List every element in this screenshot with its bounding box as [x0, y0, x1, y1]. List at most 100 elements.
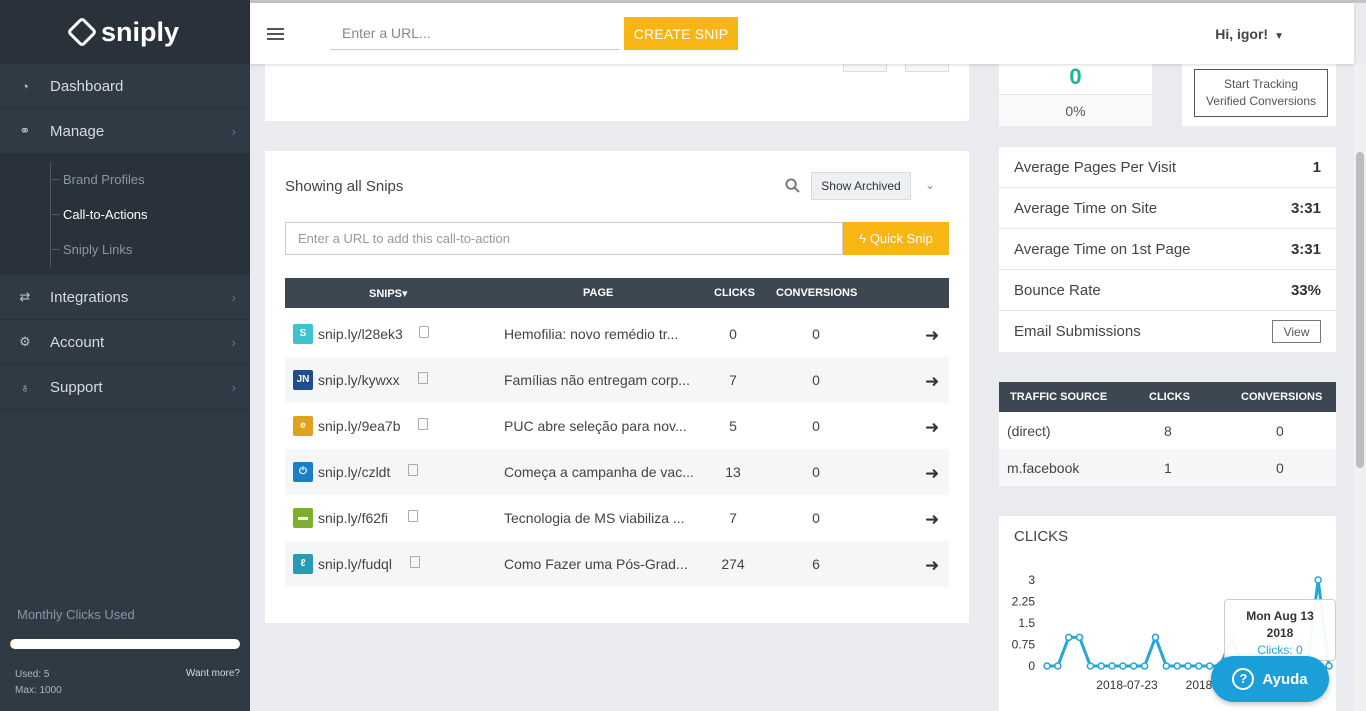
- arrow-right-icon[interactable]: ➜: [925, 464, 939, 484]
- table-row[interactable]: ℓ snip.ly/fudql Como Fazer uma Pós-Grad...…: [285, 541, 949, 587]
- snip-page: Começa a campanha de vac...: [504, 464, 694, 480]
- create-snip-button[interactable]: CREATE SNIP: [624, 17, 738, 50]
- traffic-clicks: 1: [1164, 460, 1172, 476]
- arrow-right-icon[interactable]: ➜: [925, 326, 939, 346]
- copy-icon[interactable]: [410, 556, 420, 568]
- site-favicon-icon: S: [293, 324, 313, 344]
- quick-snip-button[interactable]: ϟ Quick Snip: [843, 222, 949, 255]
- snip-page: PUC abre seleção para nov...: [504, 418, 687, 434]
- chart-data-point[interactable]: [1151, 633, 1160, 642]
- site-favicon-icon: e: [293, 416, 313, 436]
- snip-clicks: 5: [729, 418, 737, 434]
- user-menu[interactable]: Hi, igor! ▼: [1215, 26, 1284, 42]
- chart-data-point[interactable]: [1314, 576, 1322, 584]
- arrow-right-icon[interactable]: ➜: [925, 556, 939, 576]
- snip-page: Tecnologia de MS viabiliza ...: [504, 510, 685, 526]
- help-button[interactable]: ? Ayuda: [1211, 656, 1329, 702]
- hamburger-menu-icon[interactable]: [267, 25, 284, 43]
- chart-data-point[interactable]: [1130, 662, 1138, 670]
- cta-url-input[interactable]: [285, 222, 843, 255]
- chart-data-point[interactable]: [1205, 662, 1214, 670]
- chevron-down-icon[interactable]: ⌄: [925, 178, 935, 192]
- traffic-source: (direct): [1007, 423, 1051, 439]
- sidebar-subitem-sniply-links[interactable]: Sniply Links: [0, 232, 250, 267]
- sidebar-item-account[interactable]: ⚙ Account ›: [0, 320, 250, 365]
- metric-value: 33%: [1290, 282, 1321, 299]
- sidebar-subitem-brand-profiles[interactable]: Brand Profiles: [0, 162, 250, 197]
- copy-icon[interactable]: [408, 464, 418, 476]
- chart-data-point[interactable]: [1184, 662, 1192, 670]
- top-card: [265, 64, 969, 121]
- snip-link[interactable]: snip.ly/9ea7b: [318, 418, 401, 434]
- table-row[interactable]: ▬ snip.ly/f62fi Tecnologia de MS viabiliza…: [285, 495, 949, 541]
- chart-data-point[interactable]: [1195, 662, 1203, 670]
- column-header-clicks: CLICKS: [714, 287, 755, 299]
- snips-title: Showing all Snips: [285, 178, 404, 195]
- monthly-clicks-progress-fill: [10, 639, 12, 649]
- site-favicon-icon: JN: [293, 370, 313, 390]
- scrollbar-thumb[interactable]: [1356, 152, 1364, 468]
- table-row[interactable]: e snip.ly/9ea7b PUC abre seleção para nov.…: [285, 403, 949, 449]
- show-archived-button[interactable]: Show Archived: [811, 172, 911, 200]
- metric-row: Email Submissions View: [999, 311, 1336, 352]
- metric-label: Average Time on Site: [1014, 200, 1158, 217]
- metric-row: Average Time on Site 3:31: [999, 188, 1336, 229]
- sniply-logo[interactable]: sniply: [0, 0, 250, 64]
- search-icon[interactable]: [785, 178, 800, 193]
- top-card-button-1[interactable]: [843, 64, 887, 72]
- chart-tooltip: Mon Aug 13 2018 Clicks: 0: [1224, 599, 1336, 661]
- table-row: m.facebook 1 0: [999, 449, 1336, 486]
- chart-data-point[interactable]: [1162, 662, 1171, 670]
- sidebar-item-manage[interactable]: ⚭ Manage ›: [0, 109, 250, 154]
- sidebar-item-dashboard[interactable]: ◔ Dashboard: [0, 64, 250, 109]
- snip-link[interactable]: snip.ly/czldt: [318, 464, 390, 480]
- table-row[interactable]: JN snip.ly/kywxx Famílias não entregam cor…: [285, 357, 949, 403]
- snip-link[interactable]: snip.ly/fudql: [318, 556, 392, 572]
- chart-data-point[interactable]: [1140, 662, 1149, 670]
- chevron-right-icon: ›: [231, 379, 236, 395]
- table-row[interactable]: Ssnip.ly/l28ek3 Hemofilia: novo remédio t…: [285, 311, 949, 357]
- chart-data-point[interactable]: [1064, 633, 1073, 642]
- conversions-stat: 0 0%: [999, 64, 1152, 126]
- view-email-submissions-button[interactable]: View: [1272, 320, 1321, 343]
- x-tick-label: 2018: [1186, 678, 1213, 692]
- arrow-right-icon[interactable]: ➜: [925, 418, 939, 438]
- chart-data-point[interactable]: [1325, 662, 1333, 670]
- chart-data-point[interactable]: [1043, 662, 1051, 670]
- copy-icon[interactable]: [408, 510, 418, 522]
- column-header-snips[interactable]: SNIPS▾: [369, 287, 408, 300]
- arrow-right-icon[interactable]: ➜: [925, 510, 939, 530]
- chart-data-point[interactable]: [1108, 662, 1116, 670]
- copy-icon[interactable]: [419, 326, 429, 338]
- table-row[interactable]: ⏻ snip.ly/czldt Começa a campanha de vac..…: [285, 449, 949, 495]
- top-card-button-2[interactable]: [905, 64, 949, 72]
- snip-link[interactable]: snip.ly/f62fi: [318, 510, 388, 526]
- copy-icon[interactable]: [418, 372, 428, 384]
- copy-icon[interactable]: [418, 418, 428, 430]
- chart-data-point[interactable]: [1054, 662, 1062, 670]
- chart-data-point[interactable]: [1075, 633, 1084, 642]
- track-label-2: Verified Conversions: [1205, 94, 1317, 108]
- chart-data-point[interactable]: [1097, 662, 1105, 670]
- chart-data-point[interactable]: [1173, 662, 1181, 670]
- sidebar-item-label: Support: [50, 378, 103, 396]
- url-input[interactable]: [330, 17, 620, 50]
- sidebar-subitem-call-to-actions[interactable]: Call-to-Actions: [0, 197, 250, 232]
- snips-card: Showing all Snips Show Archived ⌄ ϟ Quic…: [265, 151, 969, 623]
- snip-link[interactable]: snip.ly/l28ek3: [318, 326, 403, 342]
- scrollbar[interactable]: [1354, 64, 1366, 711]
- sidebar-item-integrations[interactable]: ⇄ Integrations ›: [0, 275, 250, 320]
- traffic-conversions: 0: [1276, 423, 1284, 439]
- chart-data-point[interactable]: [1119, 662, 1127, 670]
- snip-link[interactable]: snip.ly/kywxx: [318, 372, 400, 388]
- sidebar-subitem-label: Sniply Links: [63, 242, 133, 257]
- table-row: (direct) 8 0: [999, 412, 1336, 449]
- exchange-icon: ⇄: [19, 289, 31, 304]
- sidebar-item-support[interactable]: ♁ Support ›: [0, 365, 250, 410]
- want-more-link[interactable]: Want more?: [186, 668, 240, 679]
- chart-data-point[interactable]: [1086, 662, 1095, 670]
- arrow-right-icon[interactable]: ➜: [925, 372, 939, 392]
- help-label: Ayuda: [1262, 670, 1308, 688]
- conversions-percent: 0%: [999, 94, 1152, 126]
- start-tracking-button[interactable]: Start Tracking Verified Conversions: [1194, 69, 1328, 117]
